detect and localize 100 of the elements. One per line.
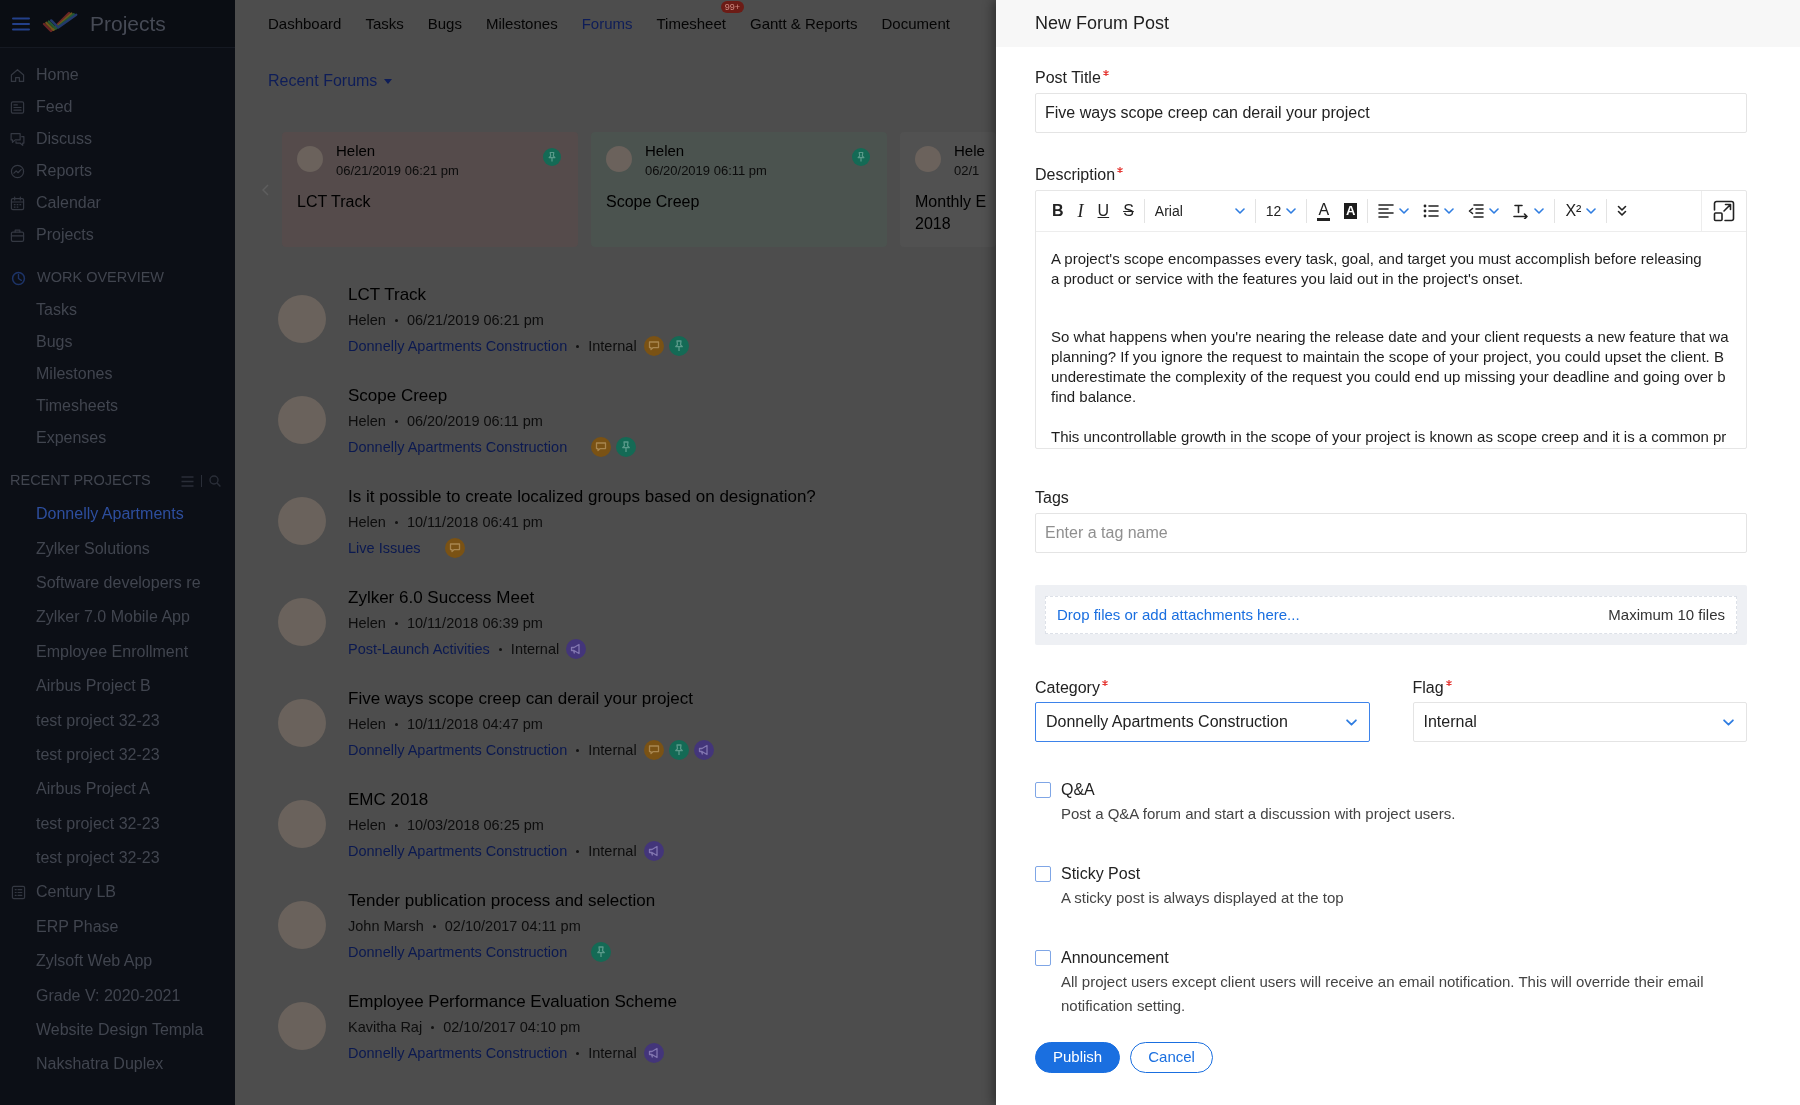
project-link[interactable]: Donnelly Apartments Construction: [348, 1040, 568, 1066]
sidebar-item[interactable]: Website Design Templa: [0, 1012, 235, 1048]
panel-title: New Forum Post: [1035, 12, 1170, 35]
sidebar-item[interactable]: Zylker Solutions: [0, 531, 235, 566]
checkbox[interactable]: [1035, 866, 1051, 882]
field-label: Category: [1035, 678, 1100, 698]
nav-tab[interactable]: Tasks: [365, 12, 404, 36]
publish-button[interactable]: Publish: [1035, 1042, 1121, 1073]
field-label: Flag: [1412, 678, 1444, 698]
sidebar-item[interactable]: Bugs: [0, 326, 235, 358]
sidebar-item[interactable]: test project 32-23: [0, 806, 235, 841]
author-name: Helen: [348, 715, 386, 734]
editor-paragraph: So what happens when you're nearing the release date and your client requests a new feature that wa planning? If you ignore the request to maintain the scope of your project, you could upset the client. B underestimate the complexity of the request you could end up missing your deadline and going over b find balance.: [1051, 327, 1729, 407]
forum-title[interactable]: Five ways scope creep can derail your project: [348, 687, 714, 711]
expand-icon: [1713, 200, 1735, 222]
sidebar-item[interactable]: Feed: [0, 91, 235, 123]
bold-button[interactable]: B: [1045, 196, 1071, 226]
recent-forums-dropdown[interactable]: Recent Forums: [268, 70, 393, 92]
checkbox[interactable]: [1035, 782, 1051, 798]
sidebar-item[interactable]: Projects: [0, 219, 235, 251]
bulleted-list-icon: [1423, 204, 1440, 218]
nav-tab[interactable]: Milestones: [485, 12, 558, 36]
forum-title[interactable]: Zylker 6.0 Success Meet: [348, 586, 587, 610]
avatar-photo: [278, 800, 326, 848]
underline-button[interactable]: U: [1090, 196, 1117, 226]
sidebar-item[interactable]: Reports: [0, 155, 235, 187]
nav-tab[interactable]: Dashboard: [268, 12, 342, 36]
forum-title[interactable]: Is it possible to create localized groups based on designation?: [348, 485, 816, 509]
post-date: 06/20/2019 06:11 pm: [645, 162, 767, 180]
nav-tab[interactable]: Bugs: [427, 12, 462, 36]
project-link[interactable]: Donnelly Apartments Construction: [348, 737, 568, 763]
chevron-down-icon: [1345, 718, 1357, 726]
highlight-color-button[interactable]: A: [1337, 196, 1365, 226]
sidebar-item[interactable]: Grade V: 2020-2021: [0, 978, 235, 1013]
forum-title[interactable]: Scope Creep: [348, 384, 637, 408]
avatar-photo: [606, 146, 632, 172]
sidebar-item[interactable]: Expenses: [0, 422, 235, 454]
nav-tab[interactable]: Timesheet: [656, 12, 726, 36]
nav-tab[interactable]: Forums: [581, 12, 633, 36]
flag-select[interactable]: Internal: [1412, 702, 1747, 742]
forum-title[interactable]: EMC 2018: [348, 788, 664, 812]
sidebar-item[interactable]: test project 32-23: [0, 840, 235, 876]
sidebar-item[interactable]: Employee Enrollment: [0, 634, 235, 669]
author-name: Helen: [348, 513, 386, 532]
forum-card[interactable]: Helen 06/20/2019 06:11 pm Scope Creep: [591, 132, 887, 247]
strikethrough-button[interactable]: S: [1116, 196, 1141, 226]
avatar-photo: [278, 396, 326, 444]
author-name: Helen: [348, 311, 386, 330]
sidebar-item[interactable]: Tasks: [0, 294, 235, 326]
option-label: Announcement: [1061, 948, 1170, 968]
forum-title[interactable]: Employee Performance Evaluation Scheme: [348, 990, 677, 1014]
sidebar-item[interactable]: ERP Phase: [0, 909, 235, 945]
forum-title[interactable]: Tender publication process and selection: [348, 889, 656, 913]
sidebar-item[interactable]: Discuss: [0, 123, 235, 155]
forum-card[interactable]: Helen 06/21/2019 06:21 pm LCT Track: [282, 132, 578, 247]
flag-text: Internal: [588, 741, 637, 760]
sidebar-item[interactable]: test project 32-23: [0, 703, 235, 738]
project-link[interactable]: Donnelly Apartments Construction: [348, 333, 568, 359]
post-date: 06/20/2019 06:11 pm: [406, 412, 543, 431]
sidebar-item[interactable]: Airbus Project A: [0, 772, 235, 807]
forum-card[interactable]: Hele 02/1 Monthly E 2018: [900, 132, 996, 247]
sidebar-item[interactable]: Milestones: [0, 358, 235, 390]
project-link[interactable]: Post-Launch Activities: [348, 636, 490, 662]
sidebar-item[interactable]: Nakshatra Duplex: [0, 1047, 235, 1082]
attachment-drop-zone[interactable]: Drop files or add attachments here... Maximum 10 files: [1035, 585, 1747, 645]
sidebar-item[interactable]: Zylsoft Web App: [0, 944, 235, 979]
superscript-button[interactable]: X²: [1558, 196, 1604, 226]
field-label: Post Title: [1035, 68, 1101, 88]
project-link[interactable]: Donnelly Apartments Construction: [348, 838, 568, 864]
font-size-select[interactable]: 12: [1258, 196, 1304, 226]
project-link[interactable]: Donnelly Apartments Construction: [348, 434, 568, 460]
sidebar-item[interactable]: Home: [0, 59, 235, 91]
option-description: A sticky post is always displayed at the top: [1061, 888, 1344, 908]
project-link[interactable]: Donnelly Apartments Construction: [348, 939, 568, 965]
sidebar-item[interactable]: Airbus Project B: [0, 668, 235, 704]
post-date: 10/11/2018 04:47 pm: [406, 715, 543, 734]
italic-button[interactable]: I: [1070, 196, 1091, 226]
nav-tab[interactable]: Gantt & Reports: [749, 12, 858, 36]
editor-paragraph: This uncontrollable growth in the scope of your project is known as scope creep and it is a common pr: [1051, 427, 1727, 447]
project-link[interactable]: Live Issues: [348, 535, 421, 561]
sidebar-item[interactable]: Donnelly Apartments: [0, 497, 235, 532]
sidebar-item[interactable]: Software developers re: [0, 565, 235, 601]
font-family-select[interactable]: Arial: [1147, 196, 1252, 226]
list-box-icon: [11, 885, 26, 900]
nav-tab[interactable]: Document: [881, 12, 950, 36]
sidebar-item[interactable]: Century LB: [0, 875, 235, 910]
forum-title[interactable]: LCT Track: [348, 283, 689, 307]
post-date: 10/03/2018 06:25 pm: [406, 816, 544, 835]
sidebar-item[interactable]: test project 32-23: [0, 737, 235, 773]
checkbox[interactable]: [1035, 950, 1051, 966]
attachment-link[interactable]: Drop files or add attachments here...: [1057, 603, 1300, 627]
sidebar-item[interactable]: Zylker 7.0 Mobile App: [0, 600, 235, 635]
sidebar-item[interactable]: Calendar: [0, 187, 235, 219]
text-color-button[interactable]: A: [1310, 196, 1338, 226]
sidebar-item[interactable]: Timesheets: [0, 390, 235, 422]
post-title-input[interactable]: Five ways scope creep can derail your project: [1035, 93, 1747, 133]
notification-count: 99+: [720, 0, 744, 13]
category-select[interactable]: Donnelly Apartments Construction: [1035, 702, 1370, 742]
home-icon: [10, 67, 25, 83]
tags-input[interactable]: Enter a tag name: [1035, 513, 1747, 553]
